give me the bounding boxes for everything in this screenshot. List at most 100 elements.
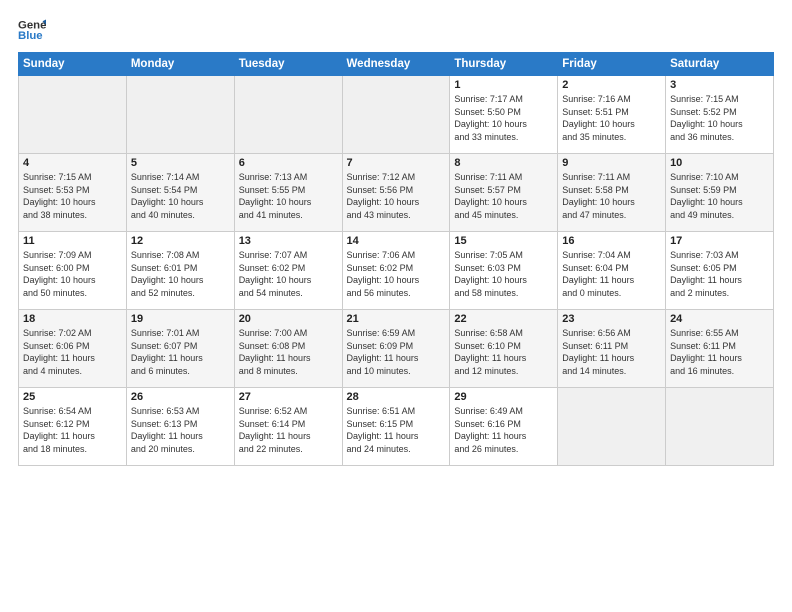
day-info: Sunrise: 7:10 AM Sunset: 5:59 PM Dayligh… <box>670 171 769 221</box>
calendar-cell <box>342 76 450 154</box>
day-info: Sunrise: 7:17 AM Sunset: 5:50 PM Dayligh… <box>454 93 553 143</box>
week-row-2: 4Sunrise: 7:15 AM Sunset: 5:53 PM Daylig… <box>19 154 774 232</box>
day-info: Sunrise: 7:04 AM Sunset: 6:04 PM Dayligh… <box>562 249 661 299</box>
day-info: Sunrise: 7:12 AM Sunset: 5:56 PM Dayligh… <box>347 171 446 221</box>
day-number: 11 <box>23 235 122 247</box>
day-info: Sunrise: 6:59 AM Sunset: 6:09 PM Dayligh… <box>347 327 446 377</box>
day-number: 19 <box>131 313 230 325</box>
calendar-cell: 19 Sunrise: 7:01 AM Sunset: 6:07 PM Dayli… <box>126 310 234 388</box>
day-info: Sunrise: 7:16 AM Sunset: 5:51 PM Dayligh… <box>562 93 661 143</box>
calendar-cell: 15Sunrise: 7:05 AM Sunset: 6:03 PM Dayli… <box>450 232 558 310</box>
week-row-3: 11 Sunrise: 7:09 AM Sunset: 6:00 PM Dayli… <box>19 232 774 310</box>
calendar-cell <box>666 388 774 466</box>
calendar-cell <box>19 76 127 154</box>
calendar-cell: 24 Sunrise: 6:55 AM Sunset: 6:11 PM Dayli… <box>666 310 774 388</box>
day-number: 21 <box>347 313 446 325</box>
calendar-cell: 12Sunrise: 7:08 AM Sunset: 6:01 PM Dayli… <box>126 232 234 310</box>
logo: General Blue <box>18 16 50 44</box>
calendar-cell: 23 Sunrise: 6:56 AM Sunset: 6:11 PM Dayli… <box>558 310 666 388</box>
col-header-friday: Friday <box>558 53 666 76</box>
calendar-cell: 9 Sunrise: 7:11 AM Sunset: 5:58 PM Daylig… <box>558 154 666 232</box>
calendar-cell: 18Sunrise: 7:02 AM Sunset: 6:06 PM Dayli… <box>19 310 127 388</box>
day-number: 25 <box>23 391 122 403</box>
calendar-cell: 7 Sunrise: 7:12 AM Sunset: 5:56 PM Daylig… <box>342 154 450 232</box>
calendar-cell: 1 Sunrise: 7:17 AM Sunset: 5:50 PM Daylig… <box>450 76 558 154</box>
col-header-sunday: Sunday <box>19 53 127 76</box>
svg-text:Blue: Blue <box>18 30 43 42</box>
day-number: 9 <box>562 157 661 169</box>
calendar-table: SundayMondayTuesdayWednesdayThursdayFrid… <box>18 52 774 466</box>
calendar-cell: 27 Sunrise: 6:52 AM Sunset: 6:14 PM Dayli… <box>234 388 342 466</box>
header: General Blue <box>18 16 774 44</box>
day-number: 27 <box>239 391 338 403</box>
day-info: Sunrise: 6:55 AM Sunset: 6:11 PM Dayligh… <box>670 327 769 377</box>
day-number: 22 <box>454 313 553 325</box>
day-info: Sunrise: 7:09 AM Sunset: 6:00 PM Dayligh… <box>23 249 122 299</box>
day-number: 10 <box>670 157 769 169</box>
day-number: 23 <box>562 313 661 325</box>
day-info: Sunrise: 7:02 AM Sunset: 6:06 PM Dayligh… <box>23 327 122 377</box>
calendar-cell: 3Sunrise: 7:15 AM Sunset: 5:52 PM Daylig… <box>666 76 774 154</box>
day-info: Sunrise: 7:14 AM Sunset: 5:54 PM Dayligh… <box>131 171 230 221</box>
col-header-wednesday: Wednesday <box>342 53 450 76</box>
calendar-cell: 2 Sunrise: 7:16 AM Sunset: 5:51 PM Daylig… <box>558 76 666 154</box>
calendar-cell: 11 Sunrise: 7:09 AM Sunset: 6:00 PM Dayli… <box>19 232 127 310</box>
day-info: Sunrise: 7:15 AM Sunset: 5:52 PM Dayligh… <box>670 93 769 143</box>
day-info: Sunrise: 7:11 AM Sunset: 5:57 PM Dayligh… <box>454 171 553 221</box>
calendar-cell: 20 Sunrise: 7:00 AM Sunset: 6:08 PM Dayli… <box>234 310 342 388</box>
day-number: 1 <box>454 79 553 91</box>
calendar-cell: 5 Sunrise: 7:14 AM Sunset: 5:54 PM Daylig… <box>126 154 234 232</box>
calendar-cell <box>126 76 234 154</box>
day-number: 16 <box>562 235 661 247</box>
calendar-cell: 4Sunrise: 7:15 AM Sunset: 5:53 PM Daylig… <box>19 154 127 232</box>
calendar-cell: 16 Sunrise: 7:04 AM Sunset: 6:04 PM Dayli… <box>558 232 666 310</box>
day-info: Sunrise: 7:13 AM Sunset: 5:55 PM Dayligh… <box>239 171 338 221</box>
calendar-cell: 13 Sunrise: 7:07 AM Sunset: 6:02 PM Dayli… <box>234 232 342 310</box>
col-header-saturday: Saturday <box>666 53 774 76</box>
day-number: 7 <box>347 157 446 169</box>
day-number: 24 <box>670 313 769 325</box>
calendar-cell <box>234 76 342 154</box>
day-number: 20 <box>239 313 338 325</box>
calendar-cell: 29 Sunrise: 6:49 AM Sunset: 6:16 PM Dayli… <box>450 388 558 466</box>
day-info: Sunrise: 7:15 AM Sunset: 5:53 PM Dayligh… <box>23 171 122 221</box>
calendar-cell: 14 Sunrise: 7:06 AM Sunset: 6:02 PM Dayli… <box>342 232 450 310</box>
page: General Blue SundayMondayTuesdayWednesda… <box>0 0 792 476</box>
day-info: Sunrise: 6:54 AM Sunset: 6:12 PM Dayligh… <box>23 405 122 455</box>
calendar-cell: 26 Sunrise: 6:53 AM Sunset: 6:13 PM Dayli… <box>126 388 234 466</box>
week-row-1: 1 Sunrise: 7:17 AM Sunset: 5:50 PM Daylig… <box>19 76 774 154</box>
day-number: 2 <box>562 79 661 91</box>
day-number: 17 <box>670 235 769 247</box>
col-header-tuesday: Tuesday <box>234 53 342 76</box>
day-info: Sunrise: 7:07 AM Sunset: 6:02 PM Dayligh… <box>239 249 338 299</box>
calendar-cell: 25 Sunrise: 6:54 AM Sunset: 6:12 PM Dayli… <box>19 388 127 466</box>
day-info: Sunrise: 7:03 AM Sunset: 6:05 PM Dayligh… <box>670 249 769 299</box>
day-number: 29 <box>454 391 553 403</box>
day-number: 5 <box>131 157 230 169</box>
day-info: Sunrise: 6:51 AM Sunset: 6:15 PM Dayligh… <box>347 405 446 455</box>
day-info: Sunrise: 7:01 AM Sunset: 6:07 PM Dayligh… <box>131 327 230 377</box>
day-number: 28 <box>347 391 446 403</box>
day-number: 6 <box>239 157 338 169</box>
day-info: Sunrise: 6:56 AM Sunset: 6:11 PM Dayligh… <box>562 327 661 377</box>
day-number: 14 <box>347 235 446 247</box>
day-number: 26 <box>131 391 230 403</box>
calendar-cell: 10 Sunrise: 7:10 AM Sunset: 5:59 PM Dayli… <box>666 154 774 232</box>
col-header-thursday: Thursday <box>450 53 558 76</box>
day-info: Sunrise: 7:08 AM Sunset: 6:01 PM Dayligh… <box>131 249 230 299</box>
day-info: Sunrise: 6:53 AM Sunset: 6:13 PM Dayligh… <box>131 405 230 455</box>
calendar-cell: 22 Sunrise: 6:58 AM Sunset: 6:10 PM Dayli… <box>450 310 558 388</box>
logo-icon: General Blue <box>18 16 46 44</box>
day-info: Sunrise: 6:52 AM Sunset: 6:14 PM Dayligh… <box>239 405 338 455</box>
day-info: Sunrise: 7:00 AM Sunset: 6:08 PM Dayligh… <box>239 327 338 377</box>
day-info: Sunrise: 7:06 AM Sunset: 6:02 PM Dayligh… <box>347 249 446 299</box>
day-number: 8 <box>454 157 553 169</box>
day-number: 13 <box>239 235 338 247</box>
week-row-5: 25 Sunrise: 6:54 AM Sunset: 6:12 PM Dayli… <box>19 388 774 466</box>
calendar-cell: 21 Sunrise: 6:59 AM Sunset: 6:09 PM Dayli… <box>342 310 450 388</box>
calendar-cell <box>558 388 666 466</box>
day-info: Sunrise: 6:49 AM Sunset: 6:16 PM Dayligh… <box>454 405 553 455</box>
day-info: Sunrise: 7:11 AM Sunset: 5:58 PM Dayligh… <box>562 171 661 221</box>
header-row: SundayMondayTuesdayWednesdayThursdayFrid… <box>19 53 774 76</box>
day-info: Sunrise: 6:58 AM Sunset: 6:10 PM Dayligh… <box>454 327 553 377</box>
